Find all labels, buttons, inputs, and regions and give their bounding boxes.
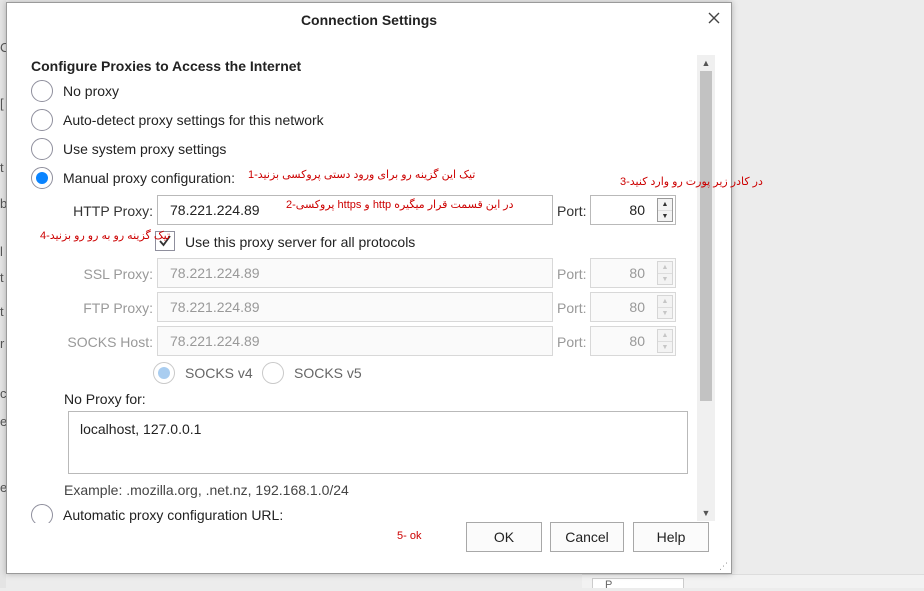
spin-up-icon[interactable]: ▲ (658, 296, 672, 307)
radio-system-proxy[interactable]: Use system proxy settings (31, 137, 226, 161)
spin-down-icon[interactable]: ▼ (658, 341, 672, 352)
radio-socks-v4[interactable]: SOCKS v4 (153, 361, 253, 385)
ftp-port-label: Port: (557, 300, 587, 316)
dialog-title: Connection Settings (300, 12, 438, 28)
background-panel-button: P (592, 578, 684, 591)
vertical-scrollbar[interactable]: ▲ ▼ (697, 55, 715, 521)
example-hint: Example: .mozilla.org, .net.nz, 192.168.… (64, 482, 349, 498)
socks-host-label: SOCKS Host: (67, 334, 153, 350)
scroll-up-icon[interactable]: ▲ (697, 55, 715, 71)
ok-button[interactable]: OK (466, 522, 542, 552)
radio-label: Automatic proxy configuration URL: (63, 507, 284, 523)
spin-up-icon[interactable]: ▲ (658, 330, 672, 341)
annotation-step-4: تیک گزینه رو به رو رو بزنید-4 (40, 230, 171, 242)
radio-socks-v5[interactable]: SOCKS v5 (262, 361, 362, 385)
radio-button-selected[interactable] (31, 167, 53, 189)
spin-down-icon[interactable]: ▼ (658, 273, 672, 284)
port-stepper[interactable]: ▲ ▼ (657, 261, 673, 285)
no-proxy-for-label: No Proxy for: (64, 391, 146, 407)
radio-button[interactable] (31, 138, 53, 160)
radio-label: Auto-detect proxy settings for this netw… (63, 112, 324, 128)
http-port-input[interactable]: 80 ▲ ▼ (590, 195, 676, 225)
ssl-proxy-input[interactable]: 78.221.224.89 (157, 258, 553, 288)
scrollbar-thumb[interactable] (700, 71, 712, 401)
use-for-all-label: Use this proxy server for all protocols (185, 234, 416, 250)
port-value: 80 (629, 265, 645, 281)
spin-up-icon[interactable]: ▲ (658, 199, 672, 210)
radio-auto-config-url[interactable]: Automatic proxy configuration URL: (31, 503, 283, 523)
ftp-proxy-input[interactable]: 78.221.224.89 (157, 292, 553, 322)
ssl-proxy-label: SSL Proxy: (83, 266, 153, 282)
close-icon[interactable] (705, 9, 723, 27)
radio-label: No proxy (63, 83, 120, 99)
socks-host-input[interactable]: 78.221.224.89 (157, 326, 553, 356)
no-proxy-for-textarea[interactable]: localhost, 127.0.0.1 (68, 411, 688, 474)
port-value: 80 (629, 202, 645, 218)
connection-settings-dialog: Connection Settings Configure Proxies to… (6, 2, 732, 574)
radio-label: SOCKS v4 (185, 365, 253, 381)
radio-auto-detect[interactable]: Auto-detect proxy settings for this netw… (31, 108, 324, 132)
annotation-step-5: 5- ok (397, 530, 422, 542)
spin-down-icon[interactable]: ▼ (658, 210, 672, 221)
socks-port-input[interactable]: 80 ▲ ▼ (590, 326, 676, 356)
port-stepper[interactable]: ▲ ▼ (657, 329, 673, 353)
ssl-port-label: Port: (557, 266, 587, 282)
radio-button[interactable] (31, 80, 53, 102)
radio-manual-proxy[interactable]: Manual proxy configuration: (31, 166, 235, 190)
annotation-step-3: در کادر زیر پورت رو وارد کنید-3 (620, 176, 763, 188)
spin-up-icon[interactable]: ▲ (658, 262, 672, 273)
resize-grip-icon[interactable]: ⋰ (719, 561, 729, 571)
dialog-titlebar: Connection Settings (7, 3, 731, 35)
port-value: 80 (629, 299, 645, 315)
port-stepper[interactable]: ▲ ▼ (657, 198, 673, 222)
radio-button[interactable] (262, 362, 284, 384)
radio-label: Manual proxy configuration: (63, 170, 235, 186)
dialog-content: Configure Proxies to Access the Internet… (7, 35, 697, 523)
radio-no-proxy[interactable]: No proxy (31, 79, 119, 103)
ssl-port-input[interactable]: 80 ▲ ▼ (590, 258, 676, 288)
cancel-button[interactable]: Cancel (550, 522, 624, 552)
radio-button[interactable] (31, 109, 53, 131)
radio-button[interactable] (31, 504, 53, 523)
port-value: 80 (629, 333, 645, 349)
radio-label: Use system proxy settings (63, 141, 227, 157)
help-button[interactable]: Help (633, 522, 709, 552)
section-heading: Configure Proxies to Access the Internet (31, 58, 302, 74)
scroll-down-icon[interactable]: ▼ (697, 505, 715, 521)
socks-port-label: Port: (557, 334, 587, 350)
port-stepper[interactable]: ▲ ▼ (657, 295, 673, 319)
annotation-step-2: در این قسمت قرار میگیره http و https پرو… (286, 199, 514, 211)
http-port-label: Port: (557, 203, 587, 219)
radio-label: SOCKS v5 (294, 365, 362, 381)
http-proxy-label: HTTP Proxy: (73, 203, 153, 219)
radio-button-selected[interactable] (153, 362, 175, 384)
spin-down-icon[interactable]: ▼ (658, 307, 672, 318)
annotation-step-1: تیک این گزینه رو برای ورود دستی پروکسی ب… (248, 169, 476, 181)
ftp-proxy-label: FTP Proxy: (83, 300, 153, 316)
ftp-port-input[interactable]: 80 ▲ ▼ (590, 292, 676, 322)
